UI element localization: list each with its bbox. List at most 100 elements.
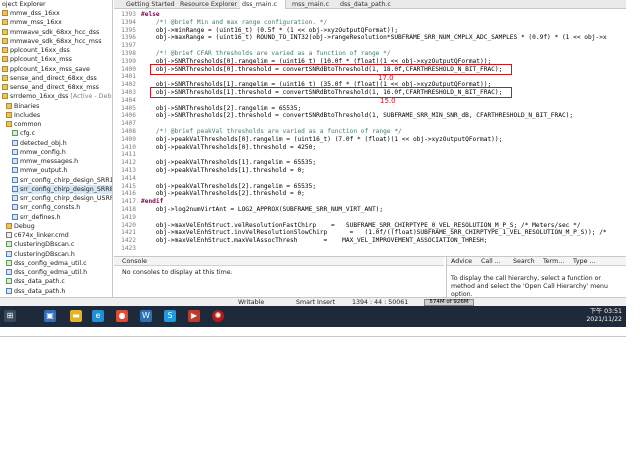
code-line[interactable]: obj->peakValThresholds[1].threshold = 0; bbox=[141, 167, 305, 175]
code-line[interactable]: /*! @brief Min and max range configurati… bbox=[141, 19, 327, 27]
tree-item[interactable]: sense_and_direct_68xx_dss bbox=[2, 74, 112, 83]
tree-item[interactable]: dss_config_edma_util.c bbox=[6, 259, 112, 268]
file-icon bbox=[12, 185, 18, 192]
tree-item[interactable]: dss_data_path.c bbox=[6, 277, 112, 286]
tree-item[interactable]: mmw_messages.h bbox=[12, 157, 112, 166]
code-line[interactable]: obj->peakValThresholds[2].threshold = 0; bbox=[141, 190, 305, 198]
tree-item[interactable]: mmwave_sdk_68xx_hcc_dss bbox=[2, 28, 112, 37]
tree-item-label: srr_config_chirp_design_SRR120. bbox=[20, 176, 112, 184]
tree-item[interactable]: Binaries bbox=[6, 102, 112, 111]
tree-item[interactable]: pplcount_16xx_mss_save bbox=[2, 65, 112, 74]
tree-item[interactable]: common bbox=[6, 120, 112, 129]
task-view-icon[interactable]: ▣ bbox=[44, 310, 56, 322]
tab-advice[interactable]: Advice bbox=[451, 257, 472, 266]
line-number: 1417 bbox=[121, 198, 136, 206]
tab-label: dss_main.c bbox=[242, 1, 277, 8]
file-icon bbox=[6, 232, 12, 238]
code-line[interactable]: obj->peakValThresholds[2].rangelim = 655… bbox=[141, 183, 316, 191]
tab-mss-main[interactable]: mss_main.c bbox=[290, 0, 329, 9]
file-explorer-icon[interactable]: ▬ bbox=[70, 310, 82, 322]
code-line[interactable]: obj->peakValThresholds[0].rangelim = (ui… bbox=[141, 136, 502, 144]
tree-item[interactable]: mmw_dss_16xx bbox=[2, 9, 112, 18]
tree-item[interactable]: srr_config_consts.h bbox=[12, 203, 112, 212]
word-icon[interactable]: W bbox=[140, 310, 152, 322]
tree-item[interactable]: pplcount_16xx_mss bbox=[2, 55, 112, 64]
edge-browser-icon[interactable]: e bbox=[92, 310, 104, 322]
tree-item[interactable]: srr_config_chirp_design_SRR80.h bbox=[12, 184, 112, 194]
windows-taskbar: ⊞ ▣ ▬ e ● W S ▶ ✺ 下午 03:51 2021/11/22 bbox=[0, 306, 626, 327]
tree-item[interactable]: sense_and_direct_68xx_mss bbox=[2, 83, 112, 92]
tree-item[interactable]: detected_obj.h bbox=[12, 139, 112, 148]
tree-item[interactable]: dss_config_edma_util.h bbox=[6, 268, 112, 277]
code-line[interactable]: obj->SNRThresholds[2].rangelim = 65535; bbox=[141, 105, 301, 113]
code-line[interactable]: #else bbox=[141, 11, 160, 19]
tab-dss-main[interactable]: dss_main.c bbox=[240, 0, 286, 9]
tree-item-label: pplcount_16xx_mss bbox=[10, 56, 72, 64]
tab-terminal[interactable]: Term... bbox=[543, 257, 564, 266]
chrome-icon[interactable]: ● bbox=[116, 310, 128, 322]
file-icon bbox=[12, 213, 18, 220]
code-line[interactable]: obj->maxVelEnhStruct.invVelResolutionSlo… bbox=[141, 229, 607, 237]
tab-search[interactable]: Search bbox=[513, 257, 535, 266]
tab-getting-started[interactable]: Getting Started bbox=[124, 0, 175, 9]
code-line[interactable]: #endif bbox=[141, 198, 163, 206]
file-icon bbox=[12, 195, 18, 201]
skype-icon[interactable]: S bbox=[164, 310, 176, 322]
code-line[interactable]: obj->peakValThresholds[1].rangelim = 655… bbox=[141, 159, 316, 167]
file-icon bbox=[6, 250, 12, 257]
highlight-box-threshold-1 bbox=[150, 87, 512, 98]
code-line[interactable]: obj->peakValThresholds[0].threshold = 42… bbox=[141, 144, 316, 152]
tab-type-hierarchy[interactable]: Type ... bbox=[573, 257, 595, 266]
tree-item[interactable]: srr_config_chirp_design_SRR120. bbox=[12, 176, 112, 185]
line-number: 1410 bbox=[121, 143, 136, 151]
tree-item[interactable]: dss_data_path.h bbox=[6, 287, 112, 296]
tree-item[interactable]: c674x_linker.cmd bbox=[6, 231, 112, 240]
ccs-icon[interactable]: ✺ bbox=[212, 310, 224, 322]
tree-item-label: sense_and_direct_68xx_dss bbox=[10, 74, 97, 82]
clock-date: 2021/11/22 bbox=[586, 316, 622, 323]
code-line[interactable]: obj->log2numVirtAnt = LOG2_APPROX(SUBFRA… bbox=[141, 206, 383, 214]
code-editor[interactable]: 1393 #else 1394 /*! @brief Min and max ran… bbox=[114, 10, 626, 255]
tab-call-hierarchy[interactable]: Call ... bbox=[481, 257, 501, 266]
heap-status[interactable]: 574M of 926M bbox=[424, 299, 474, 306]
file-icon bbox=[12, 176, 18, 183]
line-number: 1404 bbox=[121, 96, 136, 104]
tree-item[interactable]: Includes bbox=[6, 111, 112, 120]
tree-item-label: dss_config_edma_util.c bbox=[14, 259, 87, 267]
tree-item[interactable]: mmw_output.h bbox=[12, 166, 112, 175]
tree-item[interactable]: mmwave_sdk_68xx_hcc_mss bbox=[2, 37, 112, 46]
line-number: 1421 bbox=[121, 229, 136, 237]
tree-item[interactable]: mmw_mss_16xx bbox=[2, 18, 112, 27]
line-number: 1423 bbox=[121, 245, 136, 252]
folder-icon bbox=[2, 47, 8, 53]
tree-item[interactable]: Debug bbox=[6, 222, 112, 231]
console-tab[interactable]: Console bbox=[114, 257, 444, 266]
tree-item[interactable]: pplcount_16xx_dss bbox=[2, 46, 112, 55]
file-icon bbox=[12, 139, 18, 146]
line-number: 1418 bbox=[121, 206, 136, 213]
app-icon[interactable]: ▶ bbox=[188, 310, 200, 322]
tree-item[interactable]: clusteringDBscan.c bbox=[6, 240, 112, 249]
code-line[interactable]: obj->minRange = (uint16_t) (0.5f * (1 <<… bbox=[141, 27, 398, 35]
code-line[interactable]: /*! @brief CFAR thresholds are varied as… bbox=[141, 50, 391, 58]
tree-item[interactable]: mmw_config.h bbox=[12, 148, 112, 157]
code-line[interactable]: obj->maxVelEnhStruct.maxVelAssocThresh =… bbox=[141, 237, 488, 245]
tab-dss-data-path[interactable]: dss_data_path.c bbox=[338, 0, 391, 9]
console-message: No consoles to display at this time. bbox=[122, 269, 233, 276]
tree-item[interactable]: clusteringDBscan.h bbox=[6, 250, 112, 259]
windows-start-icon[interactable]: ⊞ bbox=[4, 310, 16, 322]
folder-icon bbox=[2, 37, 8, 44]
code-line[interactable]: obj->SNRThresholds[2].threshold = conver… bbox=[141, 112, 573, 120]
tree-item[interactable]: cfg.c bbox=[12, 129, 112, 138]
tab-resource-explorer[interactable]: Resource Explorer bbox=[178, 0, 237, 9]
code-line[interactable]: /*! @brief peakVal thresholds are varied… bbox=[141, 128, 402, 136]
code-line[interactable]: obj->maxVelEnhStruct.velResolutionFastCh… bbox=[141, 222, 581, 230]
line-number: 1411 bbox=[121, 151, 136, 159]
taskbar-clock[interactable]: 下午 03:51 2021/11/22 bbox=[586, 308, 622, 324]
tree-item[interactable]: srr_config_chirp_design_USRR20 bbox=[12, 194, 112, 203]
tree-item[interactable]: srrdemo_16xx_dss[Active - Debug] bbox=[2, 92, 112, 101]
file-icon bbox=[12, 158, 18, 164]
project-explorer: oject Explorer mmw_dss_16xx mmw_mss_16xx m… bbox=[0, 0, 113, 297]
tree-item[interactable]: srr_defines.h bbox=[12, 213, 112, 222]
code-line[interactable]: obj->maxRange = (uint16_t) ROUND_TO_INT3… bbox=[141, 34, 607, 42]
